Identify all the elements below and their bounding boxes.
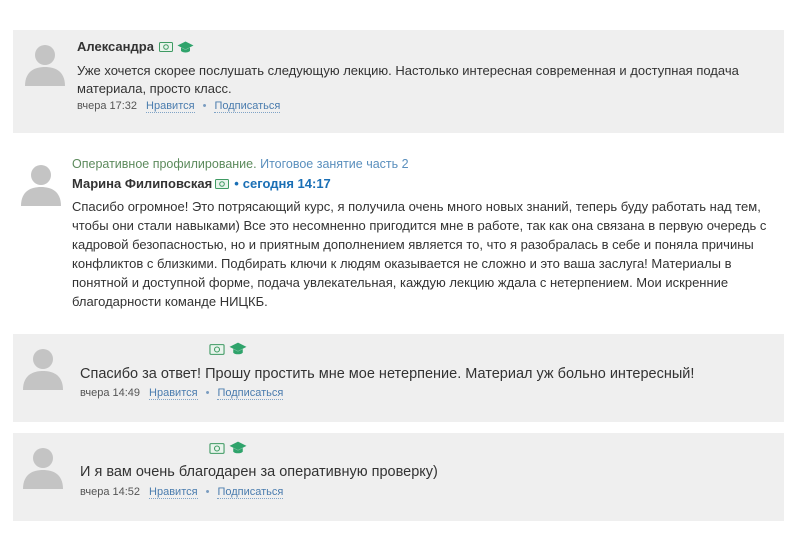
comment-card: И я вам очень благодарен за оперативную … (13, 433, 784, 521)
avatar-icon[interactable] (19, 441, 67, 489)
meta-separator: • (205, 486, 210, 498)
comment-meta: вчера 14:52 Нравится • Подписаться (80, 486, 284, 499)
avatar-icon[interactable] (17, 158, 65, 206)
comment-time: вчера 17:32 (77, 100, 138, 112)
meta-separator: • (202, 100, 207, 112)
comment-time[interactable]: сегодня 14:17 (243, 176, 331, 191)
comment-author[interactable]: Александра (77, 39, 154, 54)
like-link[interactable]: Нравится (149, 486, 198, 499)
comment-author[interactable]: Марина Филиповская (72, 176, 212, 191)
subscribe-link[interactable]: Подписаться (214, 100, 281, 113)
topic-lesson-link[interactable]: Итоговое занятие часть 2 (260, 157, 409, 171)
money-badge-icon (159, 42, 173, 52)
comment-card: Оперативное профилирование. Итоговое зан… (13, 146, 784, 324)
comment-text-line: материала, просто класс. (77, 81, 232, 96)
comment-topic: Оперативное профилирование. Итоговое зан… (72, 157, 409, 171)
comment-card: Спасибо за ответ! Прошу простить мне мое… (13, 334, 784, 422)
comment-time: вчера 14:49 (80, 387, 141, 399)
topic-course-link[interactable]: Оперативное профилирование. (72, 157, 257, 171)
comment-text-line: И я вам очень благодарен за оперативную … (80, 464, 438, 480)
meta-separator: • (205, 387, 210, 399)
author-badges (159, 40, 194, 54)
graduation-cap-icon (177, 41, 194, 52)
comment-meta: вчера 14:49 Нравится • Подписаться (80, 387, 284, 400)
graduation-cap-icon (229, 441, 247, 454)
like-link[interactable]: Нравится (149, 387, 198, 400)
author-badges (209, 342, 247, 356)
graduation-cap-icon (229, 342, 247, 355)
money-badge-icon (209, 442, 225, 454)
comment-text-line: конфликтов с близкими. Подбирать ключи к… (72, 256, 732, 271)
avatar-icon[interactable] (21, 38, 69, 86)
comment-text-line: благодарности команде НИЦКБ. (72, 294, 268, 309)
money-badge-icon (215, 178, 230, 189)
author-badges (209, 441, 247, 455)
comment-header: Марина Филиповская • сегодня 14:17 (72, 176, 331, 191)
comment-text-line: Спасибо за ответ! Прошу простить мне мое… (80, 366, 695, 382)
comment-meta: вчера 17:32 Нравится • Подписаться (77, 100, 281, 113)
comment-card: Александра Уже хочется скорее послушать … (13, 30, 784, 133)
comment-text-line: чтобы они стали навыками) Все это несомн… (72, 218, 767, 233)
comment-text-line: понятной и доступной форме, подача увлек… (72, 275, 729, 290)
subscribe-link[interactable]: Подписаться (217, 486, 284, 499)
comment-text-line: Уже хочется скорее послушать следующую л… (77, 63, 739, 78)
header-separator: • (234, 176, 239, 191)
subscribe-link[interactable]: Подписаться (217, 387, 284, 400)
comment-time: вчера 14:52 (80, 486, 141, 498)
money-badge-icon (209, 343, 225, 355)
like-link[interactable]: Нравится (146, 100, 195, 113)
avatar-icon[interactable] (19, 342, 67, 390)
comment-text-line: кадровой безопасностью, но и приятным до… (72, 237, 754, 252)
comment-text-line: Спасибо огромное! Это потрясающий курс, … (72, 199, 761, 214)
